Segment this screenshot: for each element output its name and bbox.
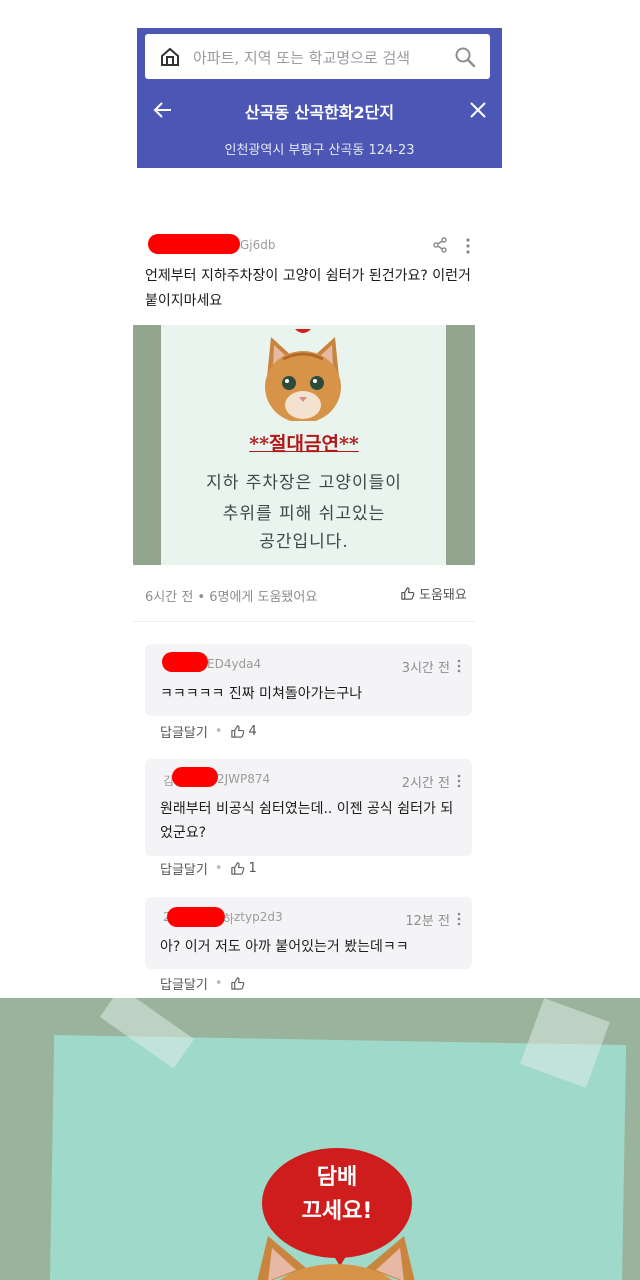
search-bar[interactable]: 아파트, 지역 또는 학교명으로 검색 xyxy=(145,34,490,79)
close-icon[interactable] xyxy=(466,98,490,122)
like-count: 1 xyxy=(248,861,257,876)
comment-item: ED4yda4 3시간 전 ㅋㅋㅋㅋㅋ 진짜 미쳐돌아가는구나 xyxy=(145,644,472,716)
comment-actions: 답글달기 • 1 xyxy=(160,859,257,878)
complex-address: 인천광역시 부평구 산곡동 124-23 xyxy=(224,143,415,158)
notice-photo: 담배 끄세요! xyxy=(0,998,640,1280)
notice-heading: **절대금연** xyxy=(249,433,359,455)
page-title: 산곡동 산곡한화2단지 xyxy=(244,103,395,122)
thumbs-up-icon[interactable] xyxy=(230,976,245,991)
redacted-username xyxy=(148,234,240,254)
home-icon[interactable] xyxy=(159,46,181,68)
more-options-icon[interactable] xyxy=(461,237,475,255)
thumbs-up-icon xyxy=(401,587,415,600)
redacted-username xyxy=(167,907,225,927)
post-username[interactable]: Gj6db xyxy=(240,238,276,252)
like-count: 4 xyxy=(248,724,257,739)
comment-actions: 답글달기 • 4 xyxy=(160,722,257,741)
comment-time: 2시간 전 xyxy=(401,776,450,791)
redacted-username xyxy=(162,652,208,672)
bubble-line: 담배 xyxy=(316,1165,358,1190)
reply-button[interactable]: 답글달기 xyxy=(160,859,208,878)
reply-button[interactable]: 답글달기 xyxy=(160,722,208,741)
comment-username[interactable]: 2JWP874 xyxy=(217,772,270,786)
comment-username-mid: 하 xyxy=(223,912,235,926)
post-meta: 6시간 전 • 6명에게 도움됐어요 xyxy=(145,590,318,605)
speech-bubble-text: 담배 끄세요! xyxy=(262,1161,412,1229)
share-icon[interactable] xyxy=(432,237,448,253)
comment-text: 원래부터 비공식 쉼터였는데.. 이젠 공식 쉼터가 되었군요? xyxy=(160,801,454,841)
more-options-icon[interactable] xyxy=(456,658,462,674)
kitten-ears-image xyxy=(257,1236,415,1280)
comment-time: 3시간 전 xyxy=(401,661,450,676)
notice-line: 추위를 피해 쉬고있는 xyxy=(222,504,386,524)
search-input[interactable]: 아파트, 지역 또는 학교명으로 검색 xyxy=(193,47,410,68)
more-options-icon[interactable] xyxy=(456,911,462,927)
kitten-image xyxy=(263,329,343,429)
bubble-line: 끄세요! xyxy=(301,1199,373,1224)
redacted-username xyxy=(172,767,218,787)
reply-button[interactable]: 답글달기 xyxy=(160,974,208,993)
comment-item: 김 2JWP874 2시간 전 원래부터 비공식 쉼터였는데.. 이젠 공식 쉼… xyxy=(145,759,472,856)
notice-line: 공간입니다. xyxy=(259,532,349,552)
thumbs-up-icon[interactable] xyxy=(230,724,245,739)
comment-username[interactable]: ED4yda4 xyxy=(207,657,261,671)
more-options-icon[interactable] xyxy=(456,773,462,789)
separator-dot: • xyxy=(214,976,223,991)
notice-line: 지하 주차장은 고양이들이 xyxy=(206,473,402,493)
comment-actions: 답글달기 • xyxy=(160,974,249,993)
divider xyxy=(133,621,475,622)
comment-time: 12분 전 xyxy=(405,914,450,929)
helpful-label: 도움돼요 xyxy=(419,588,467,603)
helpful-button[interactable]: 도움돼요 xyxy=(400,584,467,603)
comment-item: 2 하 ztyp2d3 12분 전 아? 이거 저도 아까 붙어있는거 봤는데ㅋ… xyxy=(145,897,472,969)
separator-dot: • xyxy=(214,724,223,739)
comment-text: ㅋㅋㅋㅋㅋ 진짜 미쳐돌아가는구나 xyxy=(160,686,363,702)
comment-username[interactable]: ztyp2d3 xyxy=(234,910,283,924)
thumbs-up-icon[interactable] xyxy=(230,861,245,876)
search-icon[interactable] xyxy=(454,46,476,68)
post-body: 언제부터 지하주차장이 고양이 쉼터가 된건가요? 이런거 붙이지마세요 xyxy=(145,268,471,309)
comment-text: 아? 이거 저도 아까 붙어있는거 봤는데ㅋㅋ xyxy=(160,939,409,955)
post-photo[interactable]: **절대금연** 지하 주차장은 고양이들이 추위를 피해 쉬고있는 공간입니다… xyxy=(133,325,475,565)
separator-dot: • xyxy=(214,861,223,876)
complex-header: 아파트, 지역 또는 학교명으로 검색 산곡동 산곡한화2단지 인천광역시 부평… xyxy=(137,28,502,168)
